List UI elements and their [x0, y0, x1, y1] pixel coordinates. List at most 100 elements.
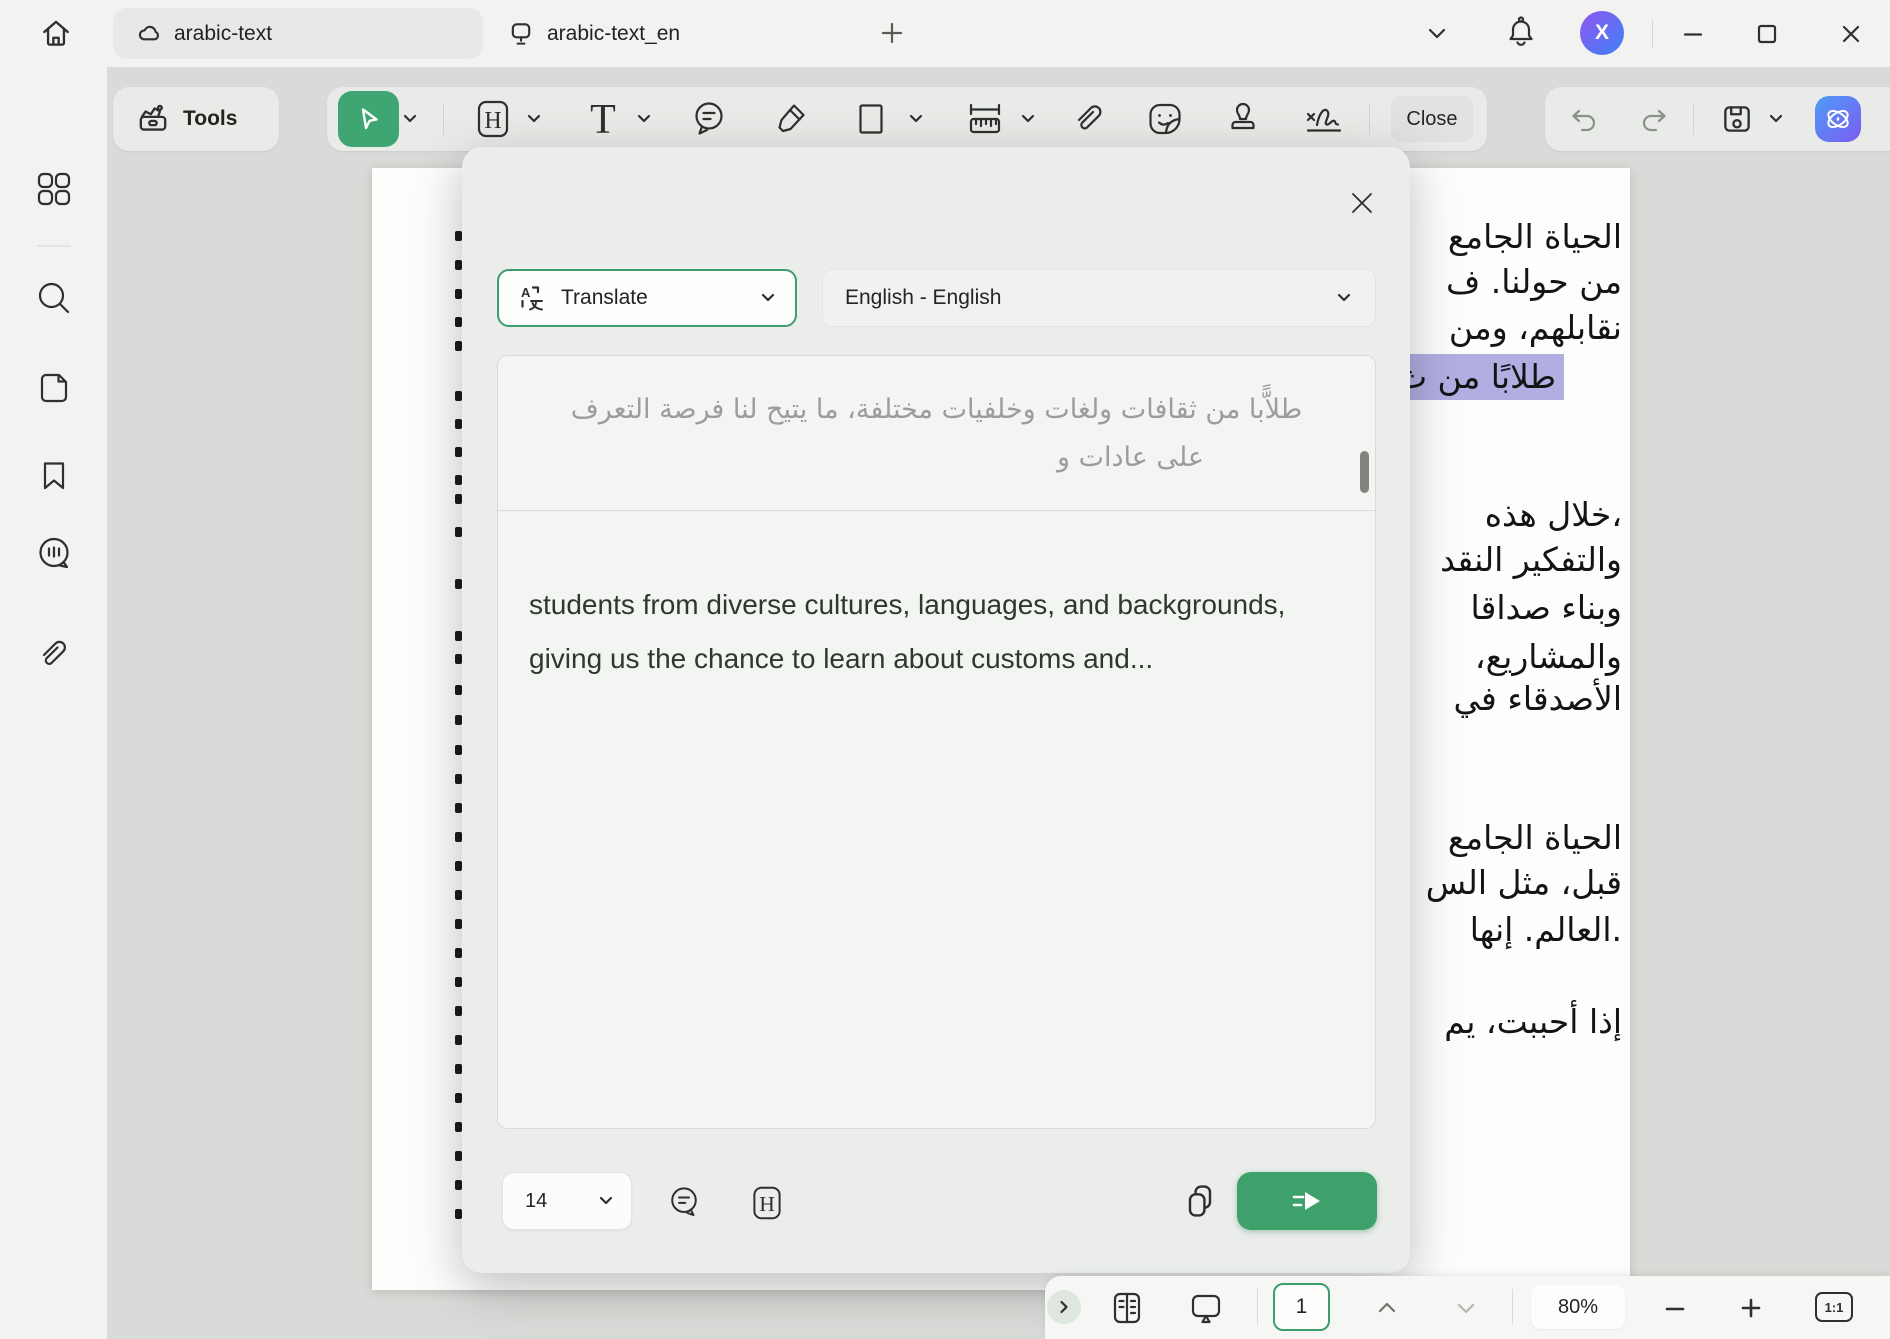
source-text-area[interactable]: طلاًّبا من ثقافات ولغات وخلفيات مختلفة، …: [498, 356, 1375, 511]
stamp-tool-button[interactable]: [1223, 98, 1263, 140]
notifications-bell-icon[interactable]: [1504, 15, 1538, 51]
attachment-tool-button[interactable]: [1069, 98, 1109, 140]
text-tool-chevron-icon[interactable]: [635, 112, 653, 126]
document-line[interactable]: ،خلال هذه: [1485, 492, 1622, 538]
tab-arabic-text[interactable]: arabic-text: [113, 8, 483, 59]
document-line-fragment: [455, 579, 462, 589]
document-line[interactable]: الحياة الجامع: [1448, 214, 1622, 260]
document-line-fragment: [455, 774, 462, 784]
measure-tool-button[interactable]: [963, 98, 1007, 140]
language-pair-label: English - English: [845, 286, 1335, 310]
language-pair-dropdown[interactable]: English - English: [822, 269, 1376, 327]
document-line-fragment: [455, 391, 462, 401]
attachments-icon[interactable]: [33, 633, 75, 675]
comments-panel-icon[interactable]: [31, 531, 77, 577]
minimize-button[interactable]: [1680, 21, 1706, 47]
send-icon: [1291, 1187, 1323, 1215]
save-button[interactable]: [1719, 101, 1755, 137]
source-scrollbar-thumb[interactable]: [1360, 451, 1369, 493]
history-save-toolbar: [1545, 87, 1890, 151]
signature-tool-button[interactable]: [1301, 98, 1347, 140]
close-editing-button[interactable]: Close: [1391, 96, 1473, 142]
redo-button[interactable]: [1637, 103, 1671, 135]
new-tab-button[interactable]: [878, 19, 906, 47]
titlebar-chevron-down-icon[interactable]: [1424, 24, 1450, 44]
cursor-icon: [354, 104, 384, 134]
select-tool-button[interactable]: [338, 91, 399, 147]
document-line[interactable]: الأصدقاء في: [1454, 676, 1622, 722]
actual-size-button[interactable]: 1:1: [1815, 1292, 1853, 1322]
shape-tool-chevron-icon[interactable]: [907, 112, 925, 126]
titlebar: arabic-text arabic-text_en X: [0, 0, 1890, 67]
sticker-tool-button[interactable]: [1144, 98, 1186, 140]
document-line-fragment: [455, 317, 462, 327]
tools-button[interactable]: Tools: [135, 101, 237, 137]
measure-tool-chevron-icon[interactable]: [1019, 112, 1037, 126]
document-line[interactable]: والتفكير النقد: [1440, 537, 1622, 583]
chevron-down-icon: [1335, 291, 1353, 305]
document-line-fragment: [455, 948, 462, 958]
translate-text-container: طلاًّبا من ثقافات ولغات وخلفيات مختلفة، …: [497, 355, 1376, 1129]
grid-panels-icon[interactable]: [31, 166, 77, 212]
translate-mode-dropdown[interactable]: A Translate: [497, 269, 797, 327]
heading-tool-chevron-icon[interactable]: [525, 112, 543, 126]
page-number-input[interactable]: 1: [1273, 1283, 1330, 1331]
dialog-close-icon[interactable]: [1346, 187, 1378, 219]
close-window-button[interactable]: [1838, 21, 1864, 47]
next-page-button[interactable]: [1454, 1299, 1478, 1317]
select-tool-chevron-icon[interactable]: [401, 112, 419, 126]
titlebar-divider: [1652, 20, 1653, 48]
highlighter-tool-button[interactable]: [771, 99, 811, 139]
presentation-mode-button[interactable]: [1186, 1288, 1226, 1328]
copy-result-button[interactable]: [1180, 1181, 1220, 1221]
collapse-statusbar-button[interactable]: [1047, 1290, 1081, 1324]
document-line[interactable]: من حولنا. ف: [1446, 259, 1622, 305]
search-icon[interactable]: [31, 275, 77, 321]
tab-label: arabic-text_en: [547, 22, 680, 46]
document-line[interactable]: إذا أحببت، يم: [1444, 999, 1622, 1045]
zoom-out-button[interactable]: [1663, 1297, 1687, 1321]
document-line-fragment: [455, 341, 462, 351]
zoom-level-display[interactable]: 80%: [1531, 1285, 1625, 1329]
document-line[interactable]: قبل، مثل الس: [1426, 860, 1622, 906]
document-line-fragment: [455, 1209, 462, 1219]
svg-text:H: H: [484, 108, 501, 134]
text-tool-button[interactable]: T: [583, 97, 623, 141]
font-size-dropdown[interactable]: 14: [502, 1172, 632, 1230]
tools-label: Tools: [183, 107, 237, 131]
document-line[interactable]: وبناء صداقا: [1471, 585, 1622, 631]
shape-tool-button[interactable]: [853, 99, 889, 139]
tab-arabic-text-en[interactable]: arabic-text_en: [486, 8, 724, 59]
previous-page-button[interactable]: [1375, 1299, 1399, 1317]
document-line-fragment: [455, 260, 462, 270]
document-line-fragment: [455, 527, 462, 537]
document-line-fragment: [455, 475, 462, 485]
maximize-button[interactable]: [1754, 21, 1780, 47]
home-button[interactable]: [38, 15, 74, 51]
page-layout-button[interactable]: [1107, 1288, 1147, 1328]
document-line[interactable]: الحياة الجامع: [1448, 815, 1622, 861]
comment-tool-button[interactable]: [689, 98, 729, 140]
user-avatar[interactable]: X: [1580, 11, 1624, 55]
ai-assistant-button[interactable]: [1815, 96, 1861, 142]
document-line-fragment: [455, 1064, 462, 1074]
document-line[interactable]: نقابلهم، ومن: [1449, 305, 1622, 351]
bookmark-icon[interactable]: [33, 454, 75, 496]
sidebar-divider: [37, 245, 71, 247]
document-line[interactable]: والمشاريع،: [1475, 634, 1622, 680]
undo-button[interactable]: [1567, 103, 1601, 135]
document-line-fragment: [455, 654, 462, 664]
statusbar: 1 80% 1:1: [1045, 1276, 1890, 1339]
translate-send-button[interactable]: [1237, 1172, 1377, 1230]
heading-tool-button[interactable]: H: [473, 97, 513, 141]
insert-as-heading-button[interactable]: H: [749, 1183, 785, 1223]
document-line-highlighted[interactable]: طلابًا من ث: [1388, 354, 1564, 400]
document-line-fragment: [455, 890, 462, 900]
page-thumbnails-icon[interactable]: [32, 366, 76, 410]
document-line-fragment: [455, 1151, 462, 1161]
cloud-icon: [135, 20, 162, 47]
zoom-in-button[interactable]: [1739, 1296, 1763, 1320]
document-line[interactable]: .العالم. إنها: [1470, 907, 1622, 953]
add-as-comment-button[interactable]: [665, 1183, 703, 1221]
save-options-chevron-icon[interactable]: [1767, 112, 1785, 126]
